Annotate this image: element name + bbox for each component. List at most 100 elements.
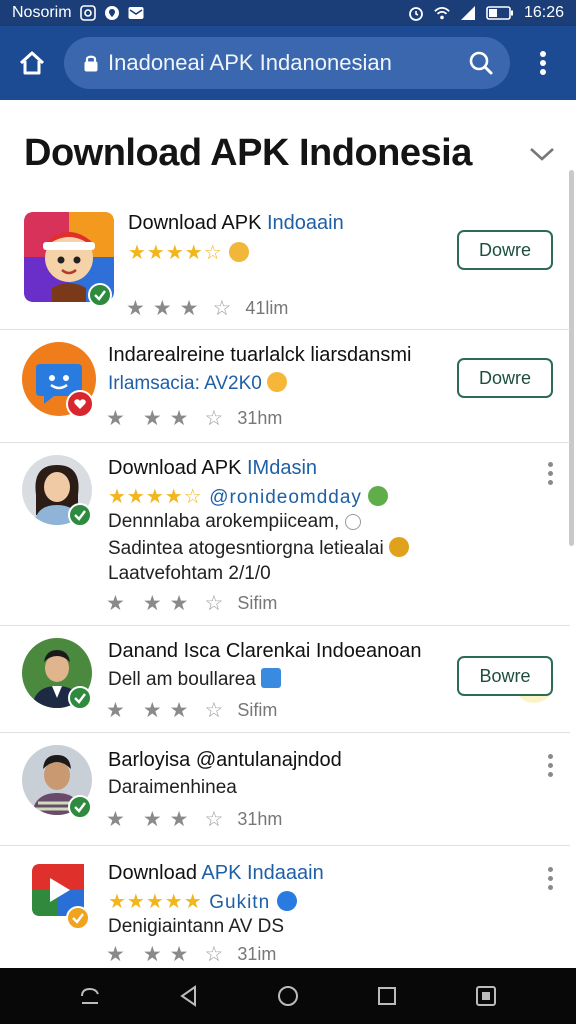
star-outline-icon: ☆ <box>204 808 224 831</box>
item-subtitle: Dell am boullarea <box>108 668 282 691</box>
home-button[interactable] <box>0 26 64 100</box>
address-bar[interactable]: Inadoneai APK Indanonesian <box>64 37 510 89</box>
download-button[interactable]: Bowre <box>457 656 553 696</box>
star-outline-icon: ☆ <box>204 943 224 966</box>
star-icon: ★ <box>179 297 199 320</box>
star-rating: ★★★★☆ <box>128 240 250 265</box>
url-text: Inadoneai APK Indanonesian <box>108 50 392 75</box>
star-icon: ★ <box>169 943 189 966</box>
collapse-button[interactable] <box>526 140 558 168</box>
star-rating: ★★★★★ Gukitn <box>108 889 297 914</box>
item-description: Denigiaintann AV DS <box>108 916 285 937</box>
star-icon: ★ <box>126 297 145 320</box>
clock-emoji-icon <box>389 537 409 557</box>
item-title: Danand Isca Clarenkai Indoeanoan <box>108 640 422 662</box>
location-icon <box>104 5 120 21</box>
star-outline-icon: ☆ <box>212 297 232 320</box>
carrier-label: Nosorim <box>12 4 72 21</box>
download-count: 31im <box>237 944 277 964</box>
verified-badge-icon <box>68 795 92 819</box>
item-description: Laatvefohtam 2/1/0 <box>108 563 271 584</box>
star-icon: ★ <box>106 407 125 430</box>
heart-badge-icon <box>66 390 94 418</box>
nav-screenshot-button[interactable] <box>466 976 506 1016</box>
list-item[interactable]: Download APK Indoaain ★★★★☆ ★ ★ ★ ☆ 41lim … <box>0 200 570 330</box>
rating-row: ★ ★ ★ ☆ Sifim <box>106 591 277 616</box>
rating-row: ★ ★ ★ ☆ Sifim <box>106 698 277 723</box>
battery-icon <box>486 5 514 21</box>
list-item[interactable]: Download APK Indaaain ★★★★★ Gukitn Denig… <box>0 846 570 968</box>
star-icon: ★ <box>142 943 162 966</box>
verified-badge-icon <box>66 906 90 930</box>
nav-recents-button[interactable] <box>367 976 407 1016</box>
more-options-icon[interactable] <box>540 459 560 487</box>
status-bar: Nosorim 16:26 <box>0 0 576 26</box>
item-title: Download APK Indaaain <box>108 862 324 884</box>
verified-badge-icon <box>68 686 92 710</box>
smile-emoji-icon <box>267 372 288 392</box>
download-count: Sifim <box>237 700 278 720</box>
lock-icon <box>80 52 102 74</box>
star-icon: ★ <box>169 407 189 430</box>
page-content: Download APK Indonesia Download APK Indo… <box>0 100 576 968</box>
download-count: Sifim <box>237 593 278 613</box>
star-outline-icon: ☆ <box>204 407 224 430</box>
mail-icon <box>128 5 144 21</box>
alarm-icon <box>408 5 424 21</box>
item-title: Download APK IMdasin <box>108 457 318 479</box>
screenshot-icon <box>476 986 497 1006</box>
star-icon: ★ <box>169 808 189 831</box>
back-icon <box>180 985 196 1007</box>
star-rating: ★★★★☆ @ronideomdday <box>108 484 389 509</box>
nav-switch-button[interactable] <box>70 976 110 1016</box>
item-subtitle: Irlamsacia: AV2K0 <box>108 372 288 395</box>
item-title: Barloyisa @antulanajndod <box>108 749 342 771</box>
runner-emoji-icon <box>261 668 282 688</box>
rating-row: ★ ★ ★ ☆ 31hm <box>106 807 282 832</box>
item-description: Dennnlaba arokempiiceam, <box>108 511 361 533</box>
star-icon: ★ <box>142 699 162 722</box>
browser-toolbar: Inadoneai APK Indanonesian <box>0 26 576 100</box>
nav-back-button[interactable] <box>169 976 209 1016</box>
download-button[interactable]: Dowre <box>457 230 553 270</box>
rating-row: ★ ★ ★ ☆ 31im <box>106 942 276 967</box>
egg-emoji-icon <box>344 514 361 530</box>
list-item[interactable]: Download APK IMdasin ★★★★☆ @ronideomdday… <box>0 443 570 703</box>
home-icon <box>19 51 45 75</box>
item-subtitle: Daraimenhinea <box>108 777 237 798</box>
list-item[interactable]: Danand Isca Clarenkai Indoeanoan Dell am… <box>0 626 570 733</box>
more-options-icon[interactable] <box>540 864 560 892</box>
star-icon: ★ <box>106 808 125 831</box>
nav-home-button[interactable] <box>268 976 308 1016</box>
item-description: Sadintea atogesntiorgna letiealai <box>108 537 409 560</box>
check-emoji-icon <box>276 891 297 911</box>
more-options-icon[interactable] <box>540 751 560 779</box>
rating-row: ★ ★ ★ ☆ 31hm <box>106 406 282 431</box>
star-icon: ★ <box>106 592 125 615</box>
list-item[interactable]: Barloyisa @antulanajndod Daraimenhinea ★… <box>0 733 570 846</box>
download-button[interactable]: Dowre <box>457 358 553 398</box>
star-icon: ★ <box>169 592 189 615</box>
hand-emoji-icon <box>229 242 250 262</box>
item-title: Download APK Indoaain <box>128 212 344 234</box>
star-icon: ★ <box>142 407 162 430</box>
leaf-emoji-icon <box>368 486 389 506</box>
download-count: 31hm <box>237 408 283 428</box>
switch-icon <box>80 987 99 1004</box>
list-item[interactable]: Indarealreine tuarlalck liarsdansmi Irla… <box>0 330 570 443</box>
verified-badge-icon <box>68 503 92 527</box>
signal-icon <box>460 5 476 21</box>
star-icon: ★ <box>169 699 189 722</box>
star-icon: ★ <box>142 808 162 831</box>
more-vert-icon <box>540 51 546 75</box>
chevron-down-icon <box>530 148 554 161</box>
search-icon[interactable] <box>466 48 496 78</box>
star-icon: ★ <box>106 699 125 722</box>
overflow-menu-button[interactable] <box>510 26 576 100</box>
page-title: Download APK Indonesia <box>24 132 472 174</box>
system-nav-bar <box>0 968 576 1024</box>
screen: Nosorim 16:26 Inadoneai APK Indanonesian… <box>0 0 576 1024</box>
rating-row: ★ ★ ★ ☆ 41lim <box>126 296 288 321</box>
sync-icon <box>79 5 96 21</box>
download-count: 41lim <box>245 298 289 318</box>
